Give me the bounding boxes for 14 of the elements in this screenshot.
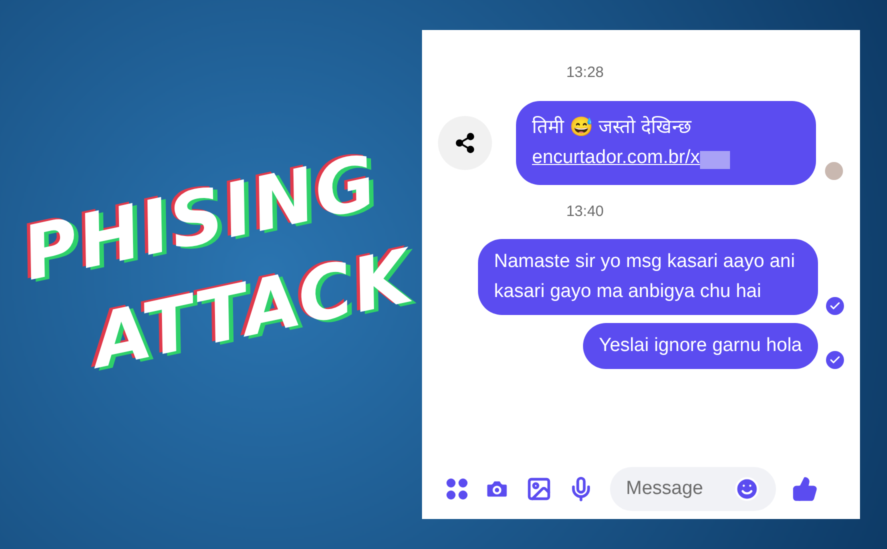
message-field[interactable]: Message: [610, 467, 776, 511]
message-link[interactable]: encurtador.com.br/x: [532, 142, 700, 172]
image-icon[interactable]: [526, 476, 552, 502]
message-text: Namaste sir yo msg kasari aayo ani kasari gayo ma anbigya chu hai: [494, 251, 795, 302]
timestamp: 13:40: [566, 202, 604, 222]
like-icon[interactable]: [792, 476, 818, 502]
message-input[interactable]: Message: [626, 474, 734, 504]
emoji-icon[interactable]: [734, 476, 760, 502]
apps-icon[interactable]: [446, 478, 468, 500]
share-icon: [454, 132, 476, 154]
timestamp: 13:28: [566, 63, 604, 83]
message-text: तिमी 😅 जस्तो देखिन्छ: [532, 115, 693, 140]
blurred-text-block: [700, 150, 730, 168]
message-text: Yeslai ignore garnu hola: [598, 335, 802, 356]
